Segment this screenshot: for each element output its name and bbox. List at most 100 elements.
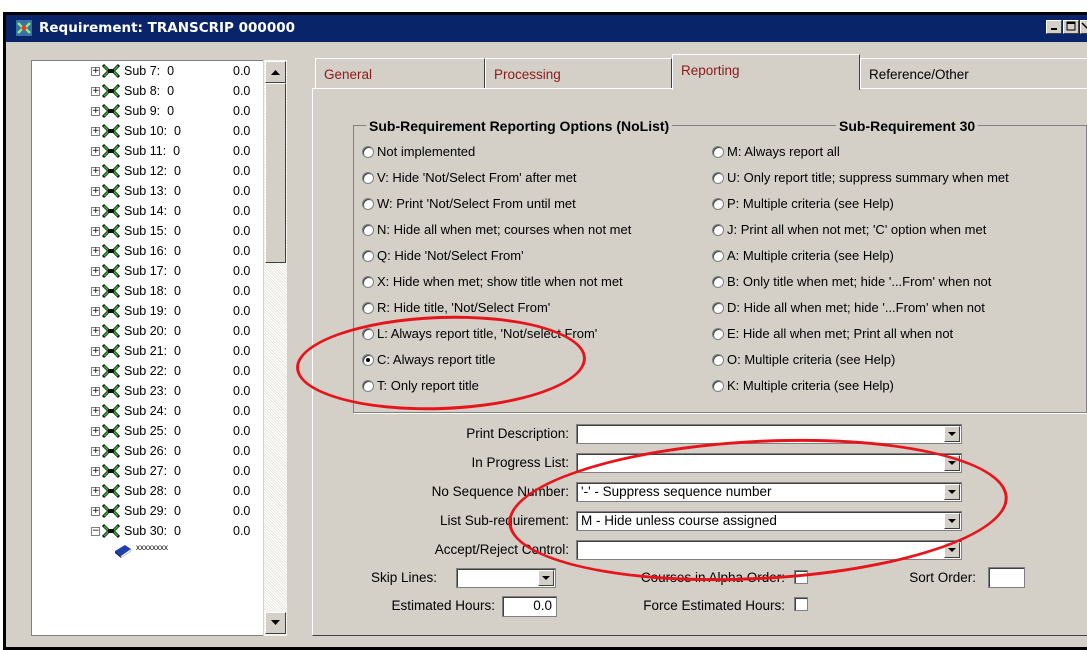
tree-item[interactable]: + Sub 11: 0 0.0 — [32, 141, 272, 161]
force-estimated-checkbox[interactable] — [794, 597, 808, 611]
dropdown-arrow-icon[interactable] — [538, 570, 554, 586]
title-bar[interactable]: Requirement: TRANSCRIP 000000 — [6, 15, 1087, 42]
tree-item[interactable]: + Sub 10: 0 0.0 — [32, 121, 272, 141]
radio-icon[interactable] — [362, 328, 374, 340]
scroll-down-button[interactable] — [265, 612, 286, 634]
tree-item[interactable]: + Sub 28: 0 0.0 — [32, 481, 272, 501]
tree-item[interactable]: + Sub 13: 0 0.0 — [32, 181, 272, 201]
radio-icon[interactable] — [362, 354, 374, 366]
expand-icon[interactable]: + — [91, 67, 100, 76]
tree-item-value: 0.0 — [233, 504, 251, 518]
tree-item[interactable]: + Sub 27: 0 0.0 — [32, 461, 272, 481]
radio-icon[interactable] — [712, 302, 724, 314]
tree-item[interactable]: + Sub 8: 0 0.0 — [32, 81, 272, 101]
tree-item[interactable]: + Sub 26: 0 0.0 — [32, 441, 272, 461]
expand-icon[interactable]: + — [91, 167, 100, 176]
radio-icon[interactable] — [362, 224, 374, 236]
tree-item[interactable]: + Sub 9: 0 0.0 — [32, 101, 272, 121]
tree-item[interactable]: + Sub 17: 0 0.0 — [32, 261, 272, 281]
estimated-hours-input[interactable]: 0.0 — [502, 596, 557, 617]
scroll-up-button[interactable] — [265, 61, 286, 83]
expand-icon[interactable]: + — [91, 347, 100, 356]
scroll-thumb[interactable] — [265, 83, 286, 263]
tab-reference-other[interactable]: Reference/Other — [860, 58, 1087, 88]
expand-icon[interactable]: + — [91, 267, 100, 276]
tree-item[interactable]: + Sub 25: 0 0.0 — [32, 421, 272, 441]
tree-item[interactable]: + Sub 15: 0 0.0 — [32, 221, 272, 241]
radio-icon[interactable] — [362, 302, 374, 314]
radio-icon[interactable] — [712, 224, 724, 236]
radio-icon[interactable] — [712, 354, 724, 366]
dropdown-arrow-icon[interactable] — [944, 426, 960, 442]
expand-icon[interactable]: + — [91, 507, 100, 516]
skip-lines-combo[interactable] — [456, 568, 556, 588]
maximize-button[interactable] — [1063, 20, 1079, 34]
print-description-combo[interactable] — [576, 424, 962, 444]
tree-item[interactable]: + Sub 7: 0 0.0 — [32, 61, 272, 81]
expand-icon[interactable]: + — [91, 207, 100, 216]
tree-item[interactable]: + Sub 29: 0 0.0 — [32, 501, 272, 521]
requirement-tree[interactable]: + Sub 7: 0 0.0 + Sub 8: 0 0.0 + Sub 9: 0 0.0 + Sub… — [31, 60, 287, 636]
dropdown-arrow-icon[interactable] — [944, 542, 960, 558]
tree-child-item[interactable]: xxxxxxxx — [32, 541, 272, 561]
expand-icon[interactable]: + — [91, 387, 100, 396]
expand-icon[interactable]: + — [91, 487, 100, 496]
radio-icon[interactable] — [712, 380, 724, 392]
tab-general[interactable]: General — [315, 58, 485, 88]
tree-item[interactable]: + Sub 19: 0 0.0 — [32, 301, 272, 321]
radio-icon[interactable] — [362, 276, 374, 288]
radio-icon[interactable] — [712, 146, 724, 158]
tree-item[interactable]: + Sub 14: 0 0.0 — [32, 201, 272, 221]
list-subrequirement-combo[interactable]: M - Hide unless course assigned — [576, 511, 962, 531]
tree-item[interactable]: + Sub 20: 0 0.0 — [32, 321, 272, 341]
sort-order-input[interactable] — [988, 567, 1025, 588]
expand-icon[interactable]: + — [91, 447, 100, 456]
radio-icon[interactable] — [712, 276, 724, 288]
accept-reject-combo[interactable] — [576, 540, 962, 560]
tree-scrollbar[interactable] — [263, 60, 287, 636]
no-sequence-number-combo[interactable]: '-' - Suppress sequence number — [576, 482, 962, 502]
tab-processing[interactable]: Processing — [485, 58, 672, 88]
expand-icon[interactable]: + — [91, 287, 100, 296]
radio-icon[interactable] — [362, 250, 374, 262]
radio-icon[interactable] — [362, 380, 374, 392]
expand-icon[interactable]: + — [91, 247, 100, 256]
radio-icon[interactable] — [712, 250, 724, 262]
minimize-button[interactable] — [1046, 20, 1062, 34]
expand-icon[interactable]: + — [91, 127, 100, 136]
tree-item[interactable]: + Sub 23: 0 0.0 — [32, 381, 272, 401]
expand-icon[interactable]: + — [91, 427, 100, 436]
dropdown-arrow-icon[interactable] — [944, 455, 960, 471]
close-button[interactable] — [1080, 20, 1087, 34]
radio-icon[interactable] — [712, 198, 724, 210]
radio-icon[interactable] — [362, 146, 374, 158]
radio-icon[interactable] — [362, 198, 374, 210]
expand-icon[interactable]: + — [91, 87, 100, 96]
tree-item[interactable]: − Sub 30: 0 0.0 — [32, 521, 272, 541]
in-progress-list-combo[interactable] — [576, 453, 962, 473]
dropdown-arrow-icon[interactable] — [944, 513, 960, 529]
radio-icon[interactable] — [712, 328, 724, 340]
expand-icon[interactable]: + — [91, 227, 100, 236]
tree-item-label: Sub 14: 0 — [124, 204, 181, 218]
radio-icon[interactable] — [362, 172, 374, 184]
dropdown-arrow-icon[interactable] — [944, 484, 960, 500]
radio-icon[interactable] — [712, 172, 724, 184]
expand-icon[interactable]: + — [91, 367, 100, 376]
expand-icon[interactable]: + — [91, 147, 100, 156]
expand-icon[interactable]: + — [91, 327, 100, 336]
expand-icon[interactable]: + — [91, 407, 100, 416]
expand-icon[interactable]: + — [91, 467, 100, 476]
tree-item[interactable]: + Sub 22: 0 0.0 — [32, 361, 272, 381]
tree-item[interactable]: + Sub 21: 0 0.0 — [32, 341, 272, 361]
expand-icon[interactable]: + — [91, 307, 100, 316]
courses-alpha-checkbox[interactable] — [794, 570, 808, 584]
collapse-icon[interactable]: − — [91, 527, 100, 536]
tab-reporting[interactable]: Reporting — [672, 54, 860, 90]
tree-item[interactable]: + Sub 24: 0 0.0 — [32, 401, 272, 421]
tree-item[interactable]: + Sub 16: 0 0.0 — [32, 241, 272, 261]
expand-icon[interactable]: + — [91, 187, 100, 196]
tree-item[interactable]: + Sub 18: 0 0.0 — [32, 281, 272, 301]
tree-item[interactable]: + Sub 12: 0 0.0 — [32, 161, 272, 181]
expand-icon[interactable]: + — [91, 107, 100, 116]
